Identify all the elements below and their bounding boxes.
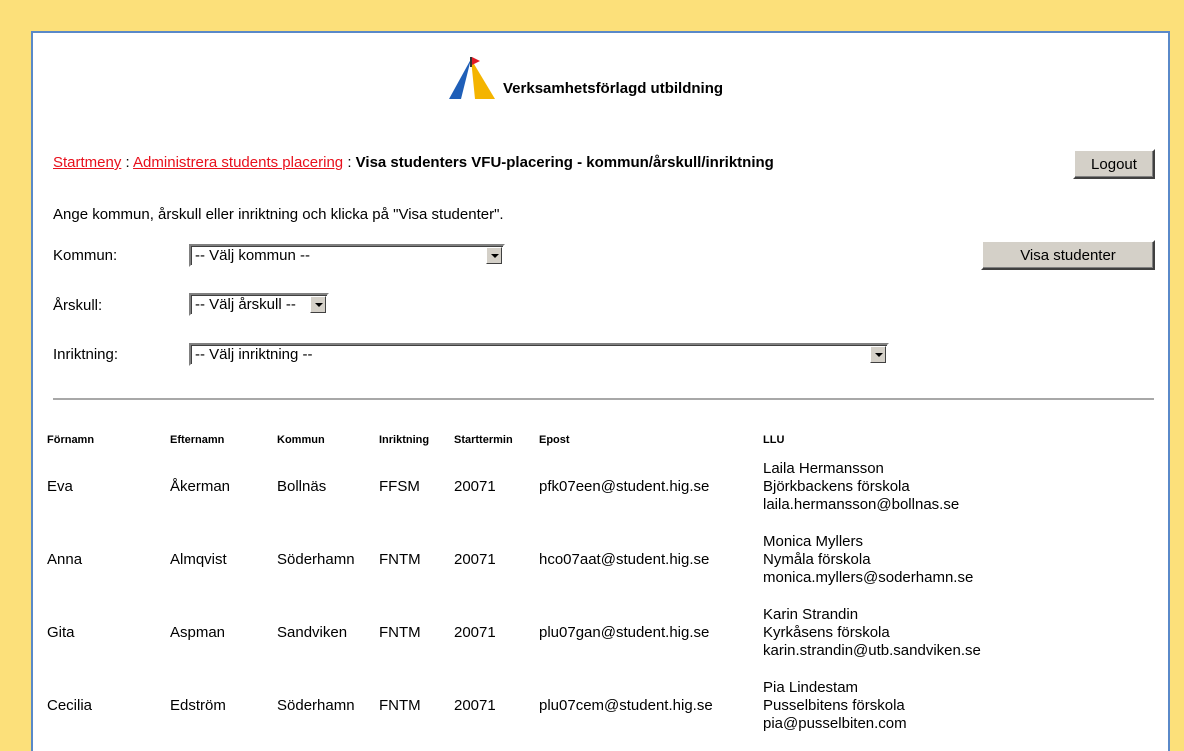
cell-epost: plu07gan@student.hig.se <box>539 623 710 641</box>
kommun-label: Kommun: <box>53 247 118 264</box>
cell-efternamn: Aspman <box>170 623 226 641</box>
cell-kommun: Söderhamn <box>277 696 355 714</box>
breadcrumb-current: Visa studenters VFU-placering - kommun/å… <box>355 154 774 171</box>
breadcrumb-separator: : <box>343 154 356 171</box>
col-header-inriktning: Inriktning <box>379 434 430 446</box>
col-header-efternamn: Efternamn <box>170 434 225 446</box>
cell-starttermin: 20071 <box>454 623 496 641</box>
cell-inriktning: FFSM <box>379 477 420 495</box>
llu-school: Björkbackens förskola <box>763 477 910 495</box>
cell-kommun: Sandviken <box>277 623 348 641</box>
cell-efternamn: Åkerman <box>170 477 231 495</box>
cell-starttermin: 20071 <box>454 550 496 568</box>
llu-email: monica.myllers@soderhamn.se <box>763 568 974 586</box>
inriktning-select-value: -- Välj inriktning -- <box>195 346 313 363</box>
breadcrumb-startmeny-link[interactable]: Startmeny <box>53 154 121 171</box>
divider <box>53 398 1154 400</box>
llu-name: Laila Hermansson <box>763 459 884 477</box>
cell-starttermin: 20071 <box>454 696 496 714</box>
table-header-row: Förnamn Efternamn Kommun Inriktning Star… <box>47 430 1023 450</box>
llu-name: Karin Strandin <box>763 605 859 623</box>
visa-studenter-button[interactable]: Visa studenter <box>981 240 1155 270</box>
table-row: Eva Åkerman Bollnäs FFSM 20071 pfk07een@… <box>47 450 1023 523</box>
llu-email: pia@pusselbiten.com <box>763 714 907 732</box>
cell-fornamn: Anna <box>47 550 83 568</box>
cell-inriktning: FNTM <box>379 623 421 641</box>
page-title: Verksamhetsförlagd utbildning <box>503 80 724 97</box>
cell-epost: hco07aat@student.hig.se <box>539 550 710 568</box>
main-panel: Verksamhetsförlagd utbildning Startmeny … <box>31 31 1170 751</box>
instructions-text: Ange kommun, årskull eller inriktning oc… <box>53 206 504 223</box>
cell-efternamn: Almqvist <box>170 550 227 568</box>
llu-school: Pusselbitens förskola <box>763 696 905 714</box>
cell-fornamn: Gita <box>47 623 75 641</box>
table-row: Anna Almqvist Söderhamn FNTM 20071 hco07… <box>47 523 1023 596</box>
cell-inriktning: FNTM <box>379 550 421 568</box>
llu-school: Nymåla förskola <box>763 550 871 568</box>
students-table: Förnamn Efternamn Kommun Inriktning Star… <box>47 430 1023 742</box>
col-header-llu: LLU <box>763 434 785 446</box>
chevron-down-icon[interactable] <box>310 296 326 313</box>
cell-llu: Karin Strandin Kyrkåsens förskola karin.… <box>763 596 1023 669</box>
cell-efternamn: Edström <box>170 696 226 714</box>
arskull-label: Årskull: <box>53 297 103 314</box>
cell-epost: pfk07een@student.hig.se <box>539 477 710 495</box>
breadcrumb-separator: : <box>121 154 134 171</box>
table-row: Gita Aspman Sandviken FNTM 20071 plu07ga… <box>47 596 1023 669</box>
table-row: Cecilia Edström Söderhamn FNTM 20071 plu… <box>47 669 1023 742</box>
logout-button[interactable]: Logout <box>1073 149 1155 179</box>
cell-starttermin: 20071 <box>454 477 496 495</box>
arskull-select-value: -- Välj årskull -- <box>195 296 296 313</box>
cell-llu: Laila Hermansson Björkbackens förskola l… <box>763 450 1023 523</box>
llu-name: Monica Myllers <box>763 532 864 550</box>
cell-inriktning: FNTM <box>379 696 421 714</box>
llu-email: laila.hermansson@bollnas.se <box>763 495 960 513</box>
inriktning-select[interactable]: -- Välj inriktning -- <box>189 343 889 366</box>
llu-school: Kyrkåsens förskola <box>763 623 890 641</box>
inriktning-label: Inriktning: <box>53 346 119 363</box>
col-header-kommun: Kommun <box>277 434 325 446</box>
llu-name: Pia Lindestam <box>763 678 859 696</box>
arskull-select[interactable]: -- Välj årskull -- <box>189 293 329 316</box>
col-header-fornamn: Förnamn <box>47 434 95 446</box>
cell-llu: Monica Myllers Nymåla förskola monica.my… <box>763 523 1023 596</box>
breadcrumb-admin-link[interactable]: Administrera students placering <box>133 154 343 171</box>
breadcrumb: Startmeny : Administrera students placer… <box>53 154 774 171</box>
page-header: Verksamhetsförlagd utbildning <box>441 53 841 103</box>
cell-llu: Pia Lindestam Pusselbitens förskola pia@… <box>763 669 1023 742</box>
cell-fornamn: Eva <box>47 477 73 495</box>
cell-epost: plu07cem@student.hig.se <box>539 696 713 714</box>
cell-kommun: Bollnäs <box>277 477 327 495</box>
chevron-down-icon[interactable] <box>870 346 886 363</box>
kommun-select[interactable]: -- Välj kommun -- <box>189 244 505 267</box>
kommun-select-value: -- Välj kommun -- <box>195 247 311 264</box>
vfu-logo <box>449 57 495 99</box>
llu-email: karin.strandin@utb.sandviken.se <box>763 641 981 659</box>
col-header-epost: Epost <box>539 434 570 446</box>
col-header-starttermin: Starttermin <box>454 434 513 446</box>
cell-kommun: Söderhamn <box>277 550 355 568</box>
cell-fornamn: Cecilia <box>47 696 93 714</box>
chevron-down-icon[interactable] <box>486 247 502 264</box>
